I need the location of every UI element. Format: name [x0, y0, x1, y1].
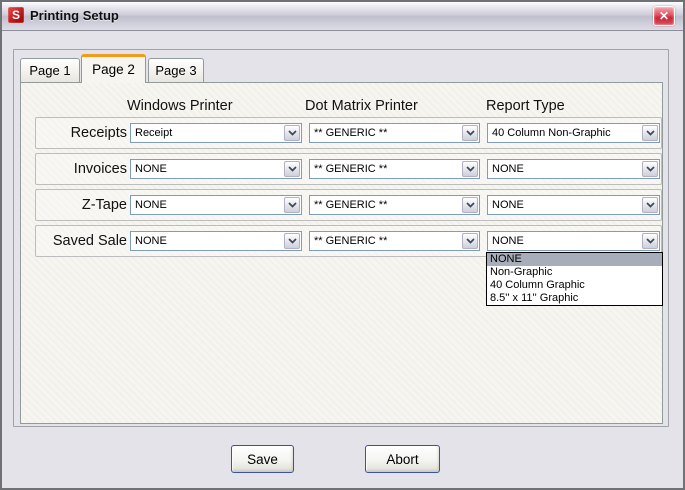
dropdown-option-8-5-x-11-graphic[interactable]: 8.5'' x 11'' Graphic — [487, 292, 662, 305]
row-label-invoices: Invoices — [73, 161, 127, 177]
combo-invoices-windows-printer[interactable]: NONE — [130, 159, 302, 179]
column-header-windows-printer: Windows Printer — [127, 98, 233, 114]
combo-value: NONE — [135, 199, 167, 211]
combo-value: ** GENERIC ** — [314, 199, 388, 211]
dropdown-arrow-icon[interactable] — [642, 161, 658, 177]
combo-value: ** GENERIC ** — [314, 127, 388, 139]
dropdown-arrow-icon[interactable] — [462, 197, 478, 213]
combo-ztape-dot-matrix-printer[interactable]: ** GENERIC ** — [309, 195, 480, 215]
combo-saved-sale-report-type[interactable]: NONE — [487, 231, 660, 251]
dropdown-arrow-icon[interactable] — [284, 197, 300, 213]
combo-value: NONE — [135, 163, 167, 175]
combo-value: 40 Column Non-Graphic — [492, 127, 611, 139]
tab-page-3[interactable]: Page 3 — [148, 58, 204, 82]
dropdown-arrow-icon[interactable] — [284, 161, 300, 177]
dropdown-arrow-icon[interactable] — [642, 233, 658, 249]
combo-saved-sale-windows-printer[interactable]: NONE — [130, 231, 302, 251]
close-icon: ✕ — [658, 9, 670, 23]
row-label-saved-sale: Saved Sale — [52, 233, 127, 249]
combo-invoices-dot-matrix-printer[interactable]: ** GENERIC ** — [309, 159, 480, 179]
combo-value: ** GENERIC ** — [314, 163, 388, 175]
dropdown-arrow-icon[interactable] — [462, 125, 478, 141]
combo-ztape-report-type[interactable]: NONE — [487, 195, 660, 215]
report-type-open-dropdown: NONE Non-Graphic 40 Column Graphic 8.5''… — [486, 252, 663, 306]
combo-invoices-report-type[interactable]: NONE — [487, 159, 660, 179]
abort-button[interactable]: Abort — [365, 445, 440, 473]
dropdown-arrow-icon[interactable] — [462, 161, 478, 177]
close-button[interactable]: ✕ — [653, 6, 675, 26]
app-icon: S — [8, 7, 24, 23]
combo-receipts-report-type[interactable]: 40 Column Non-Graphic — [487, 123, 660, 143]
window-title: Printing Setup — [30, 8, 119, 23]
dropdown-arrow-icon[interactable] — [642, 197, 658, 213]
row-label-receipts: Receipts — [70, 125, 127, 141]
combo-saved-sale-dot-matrix-printer[interactable]: ** GENERIC ** — [309, 231, 480, 251]
combo-value: NONE — [492, 235, 524, 247]
combo-receipts-windows-printer[interactable]: Receipt — [130, 123, 302, 143]
dropdown-option-non-graphic[interactable]: Non-Graphic — [487, 266, 662, 279]
combo-value: ** GENERIC ** — [314, 235, 388, 247]
combo-value: Receipt — [135, 127, 173, 139]
combo-receipts-dot-matrix-printer[interactable]: ** GENERIC ** — [309, 123, 480, 143]
titlebar[interactable]: S Printing Setup ✕ — [2, 2, 683, 31]
dropdown-option-none[interactable]: NONE — [487, 253, 662, 266]
save-button[interactable]: Save — [231, 445, 294, 473]
column-header-report-type: Report Type — [486, 98, 565, 114]
combo-value: NONE — [492, 163, 524, 175]
combo-value: NONE — [135, 235, 167, 247]
dropdown-arrow-icon[interactable] — [462, 233, 478, 249]
tab-page-1[interactable]: Page 1 — [20, 58, 80, 82]
dropdown-arrow-icon[interactable] — [642, 125, 658, 141]
dropdown-arrow-icon[interactable] — [284, 233, 300, 249]
column-header-dot-matrix-printer: Dot Matrix Printer — [305, 98, 418, 114]
dropdown-arrow-icon[interactable] — [284, 125, 300, 141]
combo-ztape-windows-printer[interactable]: NONE — [130, 195, 302, 215]
combo-value: NONE — [492, 199, 524, 211]
row-label-ztape: Z-Tape — [81, 197, 127, 213]
printing-setup-window: S Printing Setup ✕ Page 1 Page 2 Page 3 … — [0, 0, 685, 490]
tab-page-2[interactable]: Page 2 — [81, 54, 146, 83]
dropdown-option-40-column-graphic[interactable]: 40 Column Graphic — [487, 279, 662, 292]
